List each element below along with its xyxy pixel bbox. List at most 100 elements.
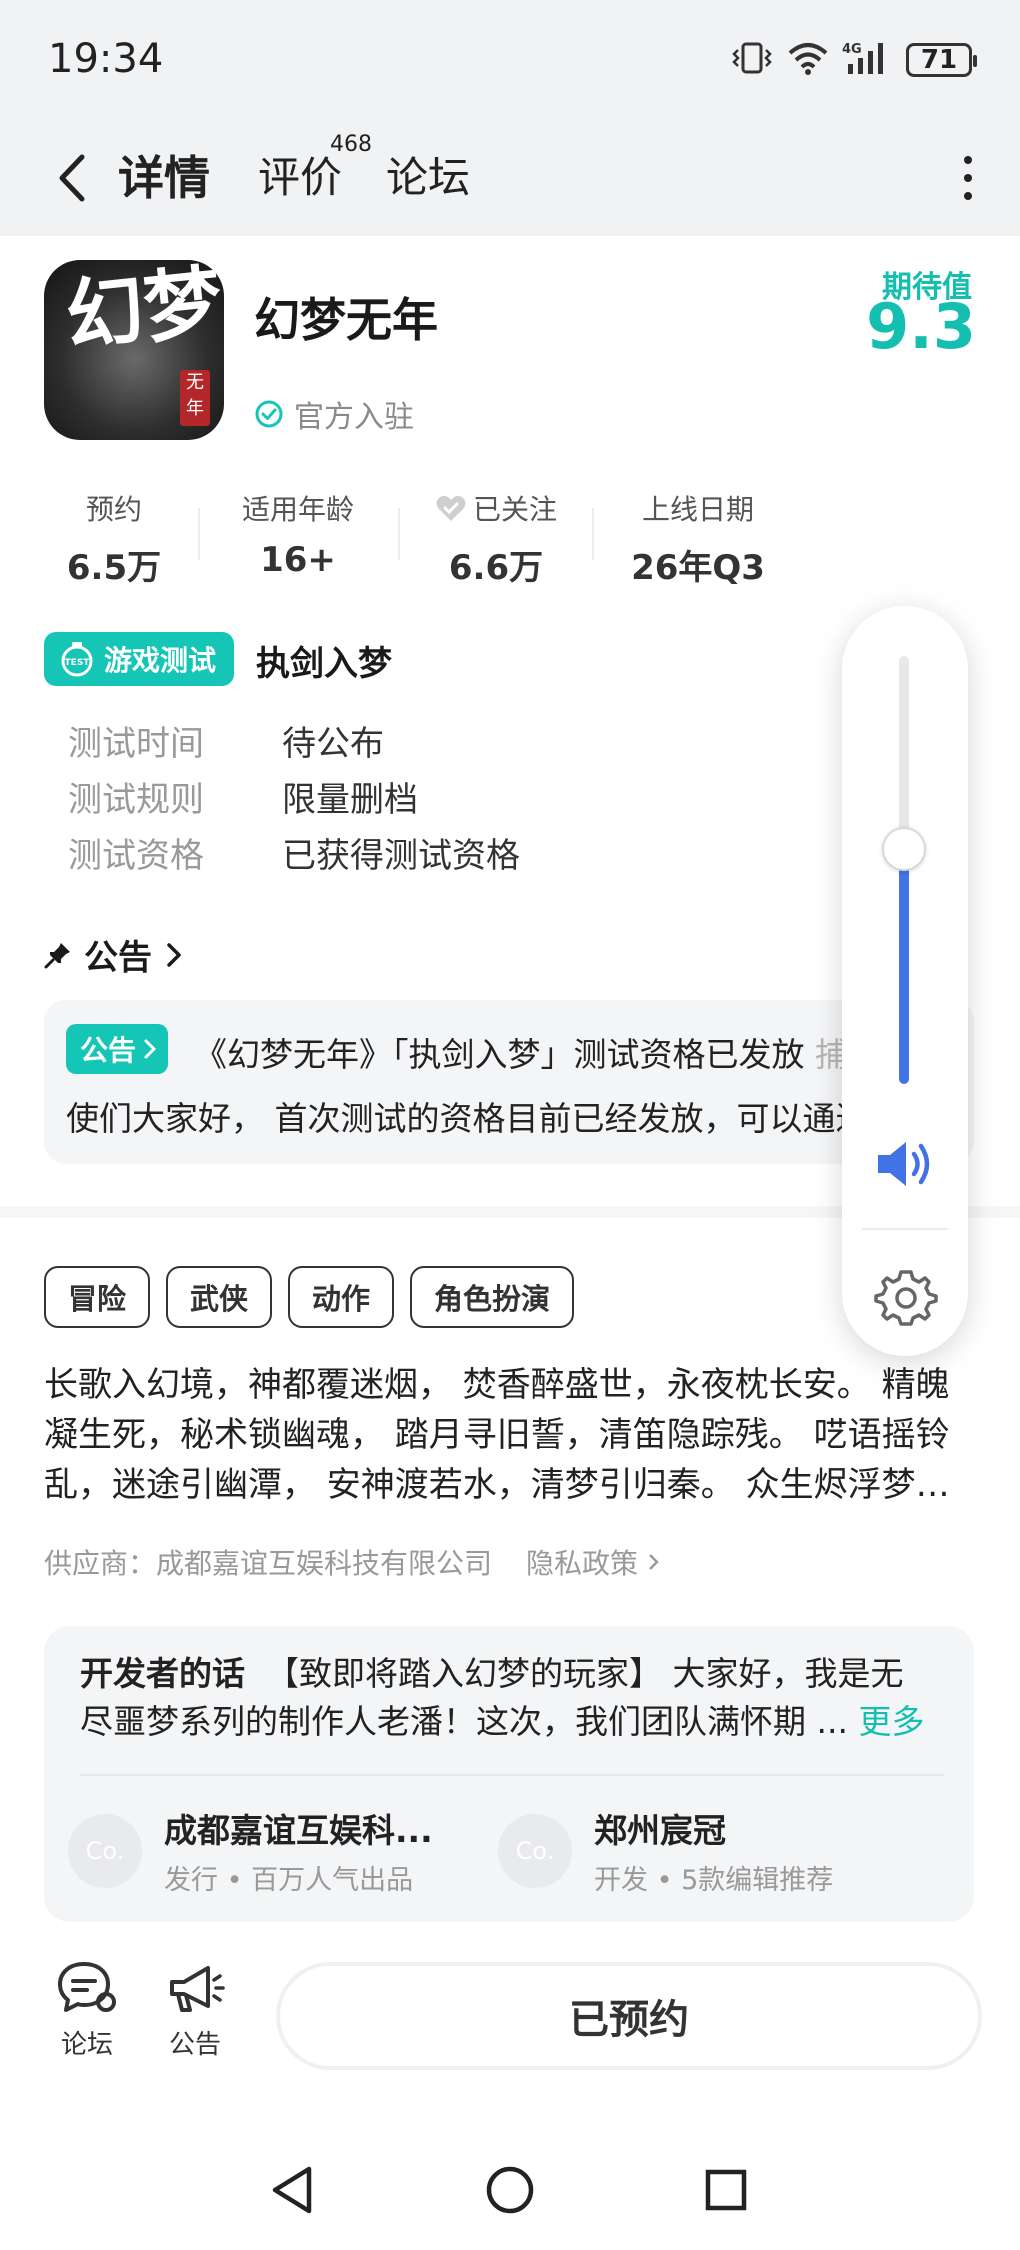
more-dot: [964, 174, 972, 182]
signal-4g-icon: 4G: [842, 40, 892, 80]
stat-value: 6.6万: [448, 548, 544, 588]
speaker-volume-icon[interactable]: [874, 1136, 938, 1192]
volume-panel-divider: [862, 1228, 948, 1230]
system-navigation-bar: [0, 2130, 1020, 2250]
stat-launch-date: 上线日期 26年Q3: [608, 488, 788, 589]
tab-details[interactable]: 详情: [118, 142, 210, 214]
test-time-row: 测试时间 待公布: [68, 716, 384, 765]
supplier-text: 供应商：成都嘉谊互娱科技有限公司: [44, 1547, 493, 1580]
tab-details-label: 详情: [118, 151, 210, 205]
company-name: 成都嘉谊互娱科...: [164, 1811, 433, 1850]
tab-reviews-label: 评价: [258, 153, 343, 202]
developer-card: 开发者的话 【致即将踏入幻梦的玩家】 大家好，我是无 尽噩梦系列的制作人老潘！这…: [44, 1626, 974, 1922]
tag-action[interactable]: 动作: [288, 1266, 395, 1328]
status-bar: 19:34 4G 71: [0, 0, 1020, 120]
company-subtitle: 开发 • 5款编辑推荐: [594, 1865, 834, 1896]
forum-chat-icon: [58, 1962, 116, 2012]
stat-value: 6.5万: [66, 548, 162, 588]
system-home-button[interactable]: [470, 2150, 550, 2230]
circle-home-icon: [486, 2166, 534, 2214]
forum-label: 论坛: [60, 2030, 113, 2060]
notice-section-header[interactable]: 公告: [44, 930, 184, 979]
stat-label: 适用年龄: [241, 493, 354, 526]
company-name: 郑州宸冠: [594, 1811, 726, 1850]
settings-gear-icon[interactable]: [874, 1266, 938, 1330]
notice-button[interactable]: 公告: [150, 1960, 240, 2061]
app-icon-logo-text: 幻梦: [61, 260, 224, 363]
more-dot: [964, 156, 972, 164]
company-avatar: Co.: [498, 1813, 572, 1888]
supplier-row: 供应商：成都嘉谊互娱科技有限公司 隐私政策: [44, 1542, 661, 1582]
bottom-action-bar: 论坛 公告 已预约: [0, 1950, 1020, 2090]
system-recents-button[interactable]: [686, 2150, 766, 2230]
tag-wuxia[interactable]: 武侠: [166, 1266, 273, 1328]
company-info: 郑州宸冠 开发 • 5款编辑推荐: [594, 1804, 833, 1897]
vibrate-icon: [730, 41, 774, 79]
test-row-value: 限量删档: [282, 780, 418, 820]
test-row-label: 测试规则: [68, 780, 204, 820]
status-time: 19:34: [48, 36, 164, 82]
stat-age-rating: 适用年龄 16+: [208, 488, 388, 580]
volume-slider-knob[interactable]: [882, 826, 926, 871]
chevron-right-icon: [167, 942, 181, 967]
app-icon[interactable]: 幻梦 无年: [44, 260, 224, 440]
test-eligibility-row: 测试资格 已获得测试资格: [68, 828, 520, 877]
wifi-icon: [788, 41, 828, 79]
more-link[interactable]: 更多: [858, 1702, 924, 1741]
company-subtitle: 发行 • 百万人气出品: [164, 1865, 414, 1896]
test-rule-row: 测试规则 限量删档: [68, 772, 418, 821]
company-avatar: Co.: [68, 1813, 142, 1888]
stat-value: 26年Q3: [631, 548, 765, 588]
back-button[interactable]: [44, 142, 100, 214]
stats-row: 预约 6.5万 适用年龄 16+ 已关注 6.6万 上线日期 26年Q3: [0, 488, 820, 588]
stat-label: 上线日期: [641, 493, 754, 526]
company-info: 成都嘉谊互娱科... 发行 • 百万人气出品: [164, 1804, 433, 1897]
developer-company[interactable]: Co. 郑州宸冠 开发 • 5款编辑推荐: [498, 1804, 833, 1897]
notice-title-text: 《幻梦无年》「执剑入梦」测试资格已发放: [194, 1035, 805, 1074]
notice-tag: 公告: [66, 1024, 169, 1074]
developer-text-1: 【致即将踏入幻梦的玩家】 大家好，我是无: [265, 1654, 904, 1693]
notice-heading: 公告: [84, 938, 152, 978]
volume-panel: [842, 606, 968, 1356]
expectation-score: 9.3: [866, 290, 976, 363]
genre-tags: 冒险 武侠 动作 角色扮演: [44, 1266, 575, 1328]
notice-tag-label: 公告: [80, 1034, 137, 1067]
pin-icon: [44, 942, 70, 968]
privacy-policy-link[interactable]: 隐私政策: [526, 1542, 661, 1582]
tag-adventure[interactable]: 冒险: [44, 1266, 151, 1328]
megaphone-icon: [170, 1966, 225, 2012]
more-options-button[interactable]: [952, 142, 984, 214]
test-row-label: 测试时间: [68, 724, 204, 764]
official-badge: 官方入驻: [254, 392, 414, 436]
chevron-right-icon: [649, 1554, 659, 1570]
notice-body: 使们大家好， 首次测试的资格目前已经发放，可以通过…: [66, 1099, 902, 1138]
privacy-policy-label: 隐私政策: [526, 1547, 639, 1580]
reserved-button[interactable]: 已预约: [276, 1962, 982, 2070]
publisher-company[interactable]: Co. 成都嘉谊互娱科... 发行 • 百万人气出品: [68, 1804, 433, 1897]
tab-forum-label: 论坛: [386, 153, 471, 202]
stat-followed[interactable]: 已关注 6.6万: [406, 488, 586, 589]
tab-forum[interactable]: 论坛: [386, 142, 470, 214]
square-recents-icon: [705, 2169, 747, 2211]
notice-label: 公告: [168, 2030, 221, 2060]
volume-slider-fill: [899, 848, 909, 1084]
game-test-badge: TEST 游戏测试: [44, 632, 235, 686]
verified-check-icon: [255, 400, 283, 428]
description-line: 凝生死，秘术锁幽魂， 踏月寻旧誓，清笛隐踪残。 呓语摇铃: [44, 1415, 950, 1455]
description-line: 长歌入幻境，神都覆迷烟， 焚香醉盛世，永夜枕长安。 精魄: [44, 1365, 950, 1405]
test-name: 执剑入梦: [256, 644, 392, 684]
test-row-value: 待公布: [282, 724, 384, 764]
tag-rpg[interactable]: 角色扮演: [410, 1266, 575, 1328]
developer-message[interactable]: 开发者的话 【致即将踏入幻梦的玩家】 大家好，我是无 尽噩梦系列的制作人老潘！这…: [80, 1650, 950, 1746]
developer-line-2: 尽噩梦系列的制作人老潘！这次，我们团队满怀期 ... 更多: [80, 1698, 950, 1746]
status-icons: 4G 71: [730, 38, 977, 82]
forum-button[interactable]: 论坛: [42, 1960, 132, 2061]
game-description[interactable]: 长歌入幻境，神都覆迷烟， 焚香醉盛世，永夜枕长安。 精魄 凝生死，秘术锁幽魂， …: [44, 1360, 974, 1510]
game-test-label: 游戏测试: [104, 644, 217, 677]
battery-indicator: 71: [906, 43, 977, 77]
top-nav: 详情 评价 468 论坛: [0, 120, 1020, 236]
description-line: 乱，迷途引幽潭， 安神渡若水，清梦引归秦。 众生烬浮梦…: [44, 1465, 950, 1505]
system-back-button[interactable]: [252, 2150, 332, 2230]
developer-heading: 开发者的话: [80, 1654, 245, 1693]
notice-card[interactable]: 公告 《幻梦无年》「执剑入梦」测试资格已发放 捕梦 使们大家好， 首次测试的资格…: [44, 1000, 974, 1164]
